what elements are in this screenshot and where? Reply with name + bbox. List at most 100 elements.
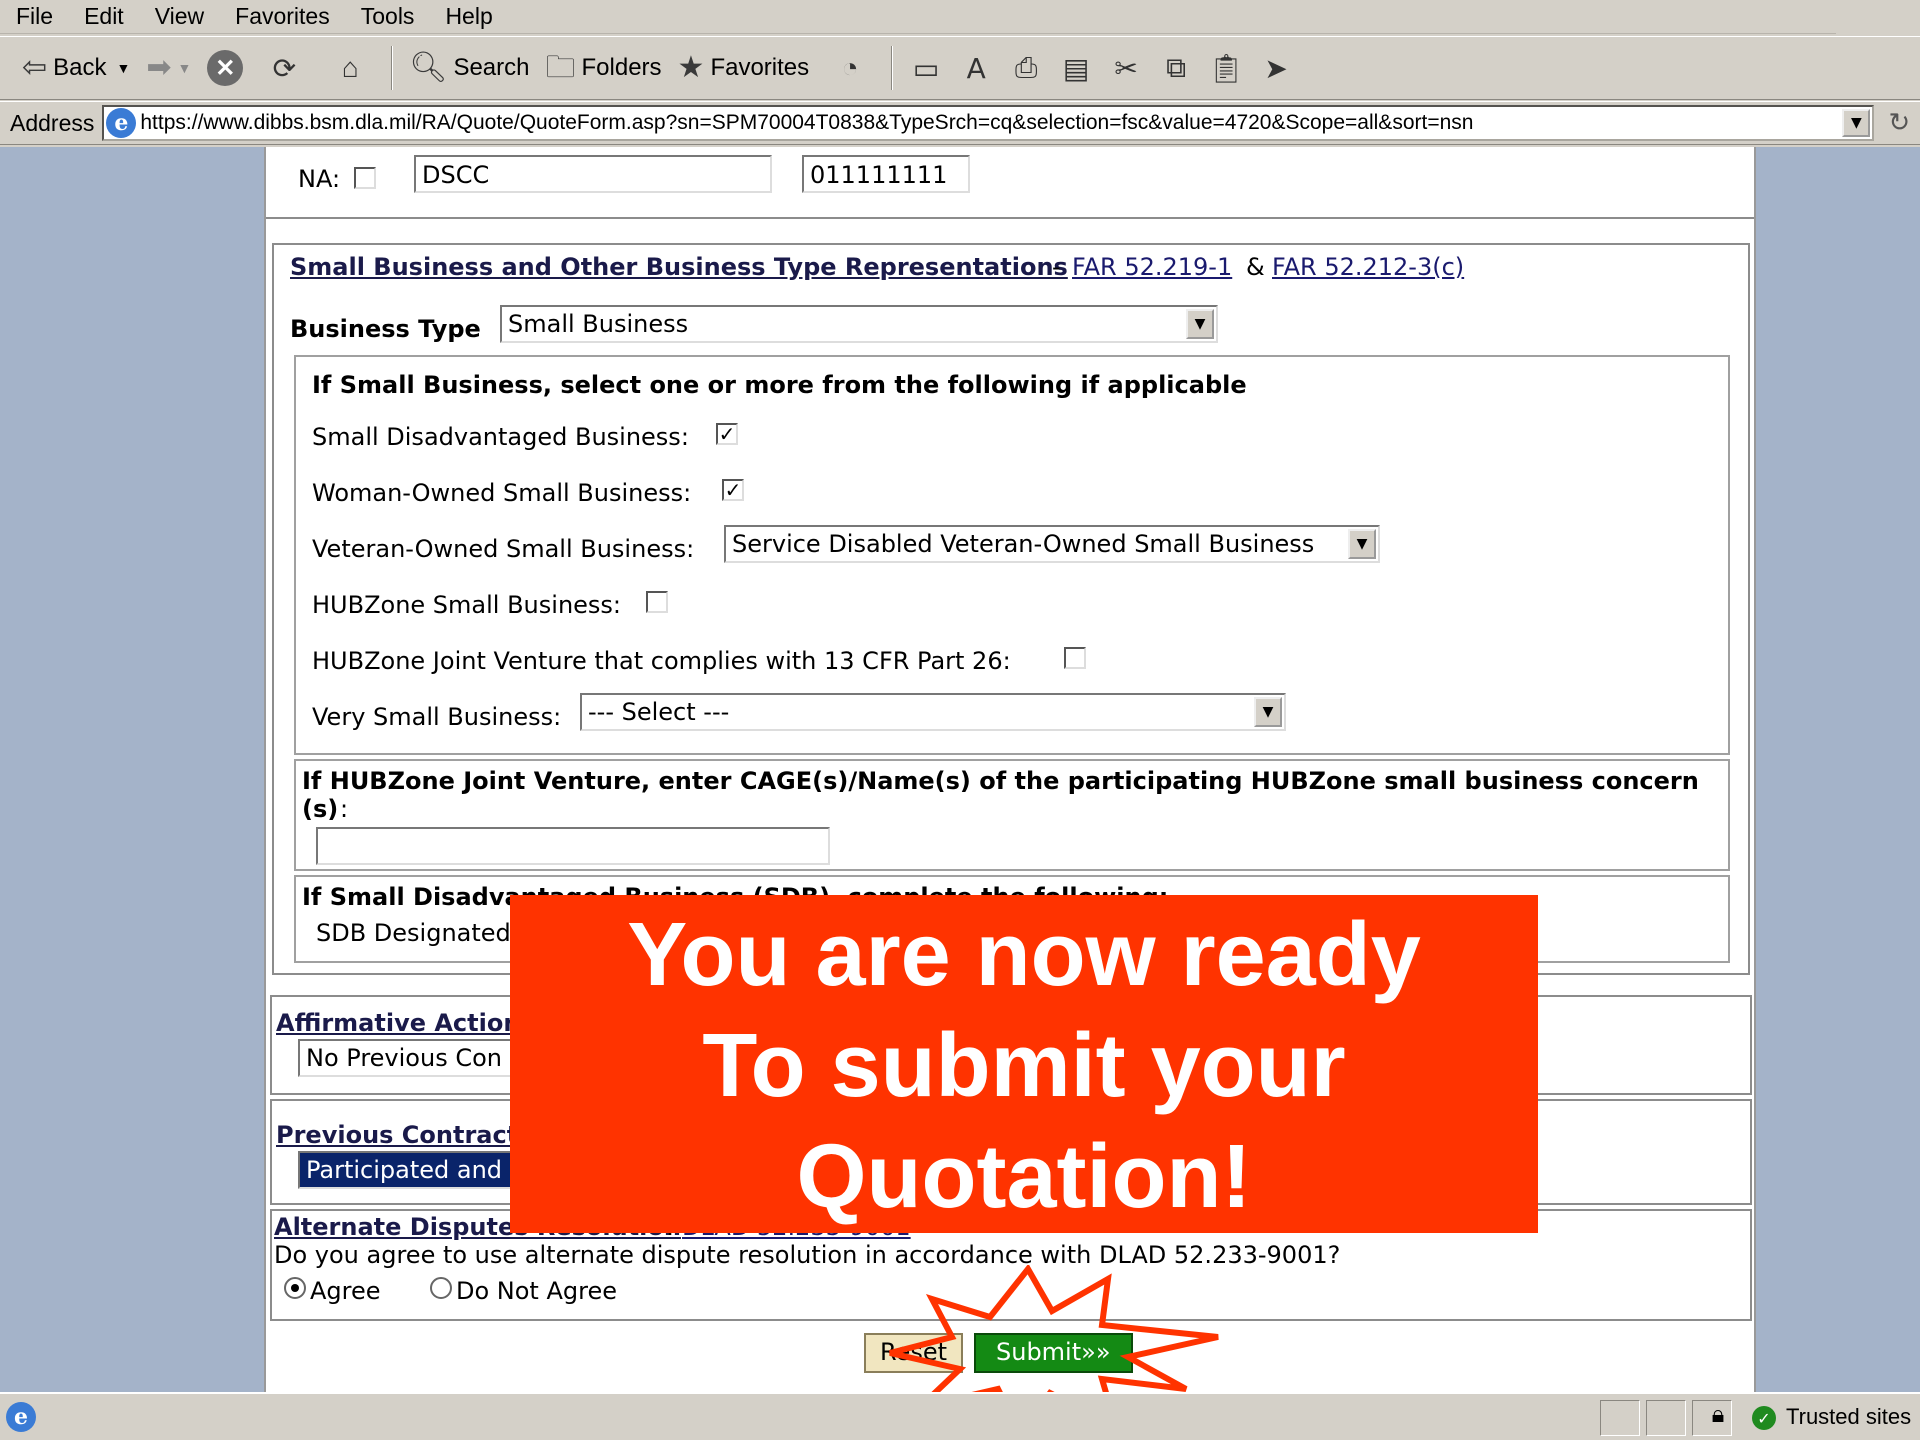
chevron-down-icon[interactable]: ▼ [1186,309,1214,339]
folders-button[interactable]: 🗀 Folders [538,44,670,92]
vsb-value: --- Select --- [588,698,730,726]
adr-agree-label: Agree [310,1277,381,1305]
vsb-label: Very Small Business: [312,703,562,731]
hubzone-jv-heading-cont: (s) [302,795,339,823]
status-cell [1646,1400,1686,1436]
hubzone-checkbox[interactable] [646,591,668,613]
far-52-219-1-link[interactable]: FAR 52.219-1 [1072,253,1232,281]
far-52-212-3c-link[interactable]: FAR 52.212-3(c) [1272,253,1464,281]
business-type-section: Small Business and Other Business Type R… [272,243,1750,975]
toolbar-separator [891,46,894,90]
menu-edit[interactable]: Edit [68,3,139,30]
address-input[interactable]: e https://www.dibbs.bsm.dla.mil/RA/Quote… [102,105,1875,141]
status-bar: e 🔒︎ ✓ Trusted sites [0,1392,1920,1440]
vosb-value: Service Disabled Veteran-Owned Small Bus… [732,530,1315,558]
vosb-label: Veteran-Owned Small Business: [312,535,695,563]
chevron-down-icon[interactable]: ▼ [1348,529,1376,559]
business-type-select[interactable]: Small Business ▼ [500,305,1218,343]
small-business-options: If Small Business, select one or more fr… [294,355,1730,755]
adr-agree-radio[interactable] [284,1277,306,1299]
hubzone-jv-checkbox[interactable] [1064,647,1086,669]
previous-contracts-heading[interactable]: Previous Contract [276,1121,518,1149]
back-button[interactable]: ⇦ Back ▼ [14,44,138,92]
cage-code-field[interactable]: 011111111 [802,155,970,193]
menu-view[interactable]: View [139,3,219,30]
sdb-designated-label: SDB Designated [316,919,511,947]
forward-button[interactable]: ➡ ▼ [138,44,199,92]
address-bar: Address e https://www.dibbs.bsm.dla.mil/… [0,101,1920,145]
print-icon[interactable]: ⎙ [1006,48,1046,88]
business-type-heading[interactable]: Small Business and Other Business Type R… [290,253,1068,281]
standard-toolbar: ⇦ Back ▼ ➡ ▼ ✕ ⟳ ⌂ 🔍︎ Search 🗀 Folders ★… [0,36,1920,100]
callout-line-1: You are now ready [627,905,1421,1005]
home-icon: ⌂ [341,52,359,83]
cage-row: NA: DSCC 011111111 [266,147,1754,219]
callout-line-3: Quotation! [796,1127,1252,1227]
menu-file[interactable]: File [0,3,68,30]
search-button[interactable]: 🔍︎ Search [401,44,537,92]
address-dropdown-icon[interactable]: ▼ [1842,109,1871,137]
hubzone-jv-cage-input[interactable] [316,827,830,865]
fullscreen-icon[interactable]: ▭ [906,48,946,88]
na-checkbox[interactable] [354,167,376,189]
lock-icon[interactable]: 🔒︎ [1700,1400,1736,1436]
sdb-checkbox[interactable]: ✓ [716,423,738,445]
refresh-icon: ⟳ [272,52,297,84]
windows-logo [1836,0,1920,34]
adr-disagree-radio[interactable] [430,1277,452,1299]
vosb-select[interactable]: Service Disabled Veteran-Owned Small Bus… [724,525,1380,563]
wosb-checkbox[interactable]: ✓ [722,479,744,501]
heading-dash: - [1052,253,1061,281]
address-url[interactable]: https://www.dibbs.bsm.dla.mil/RA/Quote/Q… [140,111,1473,135]
affirmative-action-heading[interactable]: Affirmative Action [276,1009,520,1037]
refresh-button[interactable]: ⟳ [251,44,317,92]
subheading-colon: : [1206,371,1215,399]
business-type-value: Small Business [508,310,689,338]
forward-arrow-icon: ➡ [146,51,172,84]
previous-contracts-value: Participated and [306,1156,503,1184]
send-icon[interactable]: ➤ [1256,48,1296,88]
paste-icon[interactable]: 📋︎ [1206,48,1246,88]
history-icon: ◔ [841,52,859,83]
na-label: NA: [298,165,341,193]
edit-page-icon[interactable]: ▤ [1056,48,1096,88]
home-button[interactable]: ⌂ [317,44,383,92]
menu-tools[interactable]: Tools [345,3,430,30]
address-label: Address [10,109,95,136]
instruction-callout: You are now ready To submit your Quotati… [510,895,1538,1233]
hubzone-jv-heading: If HUBZone Joint Venture, enter CAGE(s)/… [302,767,1699,795]
business-type-colon: : [452,315,461,343]
sdb-label: Small Disadvantaged Business: [312,423,689,451]
history-button[interactable]: ◔ [817,44,883,92]
folders-label: Folders [581,54,662,81]
vsb-select[interactable]: --- Select --- ▼ [580,693,1286,731]
trusted-zone-icon: ✓ [1752,1406,1776,1430]
favorites-button[interactable]: ★ Favorites [670,44,818,92]
favorites-icon: ★ [677,51,705,84]
hubzone-jv-colon: : [340,795,349,823]
search-icon: 🔍︎ [409,51,448,84]
menu-favorites[interactable]: Favorites [219,3,345,30]
forward-dropdown-icon[interactable]: ▼ [178,60,192,76]
chevron-down-icon[interactable]: ▼ [1254,697,1282,727]
stop-button[interactable]: ✕ [199,44,251,92]
heading-amp: & [1246,253,1265,281]
search-label: Search [453,54,530,81]
copy-icon[interactable]: ⧉ [1156,48,1196,88]
toolbar-separator [391,46,394,90]
translate-icon[interactable]: A [956,48,996,88]
contact-field[interactable]: DSCC [414,155,772,193]
go-icon[interactable]: ↻ [1888,108,1910,138]
favorites-label: Favorites [710,54,810,81]
back-label: Back [53,54,107,81]
back-arrow-icon: ⇦ [22,51,48,84]
small-business-subheading: If Small Business, select one or more fr… [312,371,1247,399]
folder-icon: 🗀 [545,51,576,84]
cut-icon[interactable]: ✂ [1106,48,1146,88]
ie-status-icon: e [6,1402,36,1432]
back-dropdown-icon[interactable]: ▼ [117,60,131,76]
hubzone-jv-label: HUBZone Joint Venture that complies with… [312,647,1011,675]
stop-icon: ✕ [207,50,244,86]
menu-help[interactable]: Help [429,3,507,30]
adr-disagree-label: Do Not Agree [456,1277,617,1305]
